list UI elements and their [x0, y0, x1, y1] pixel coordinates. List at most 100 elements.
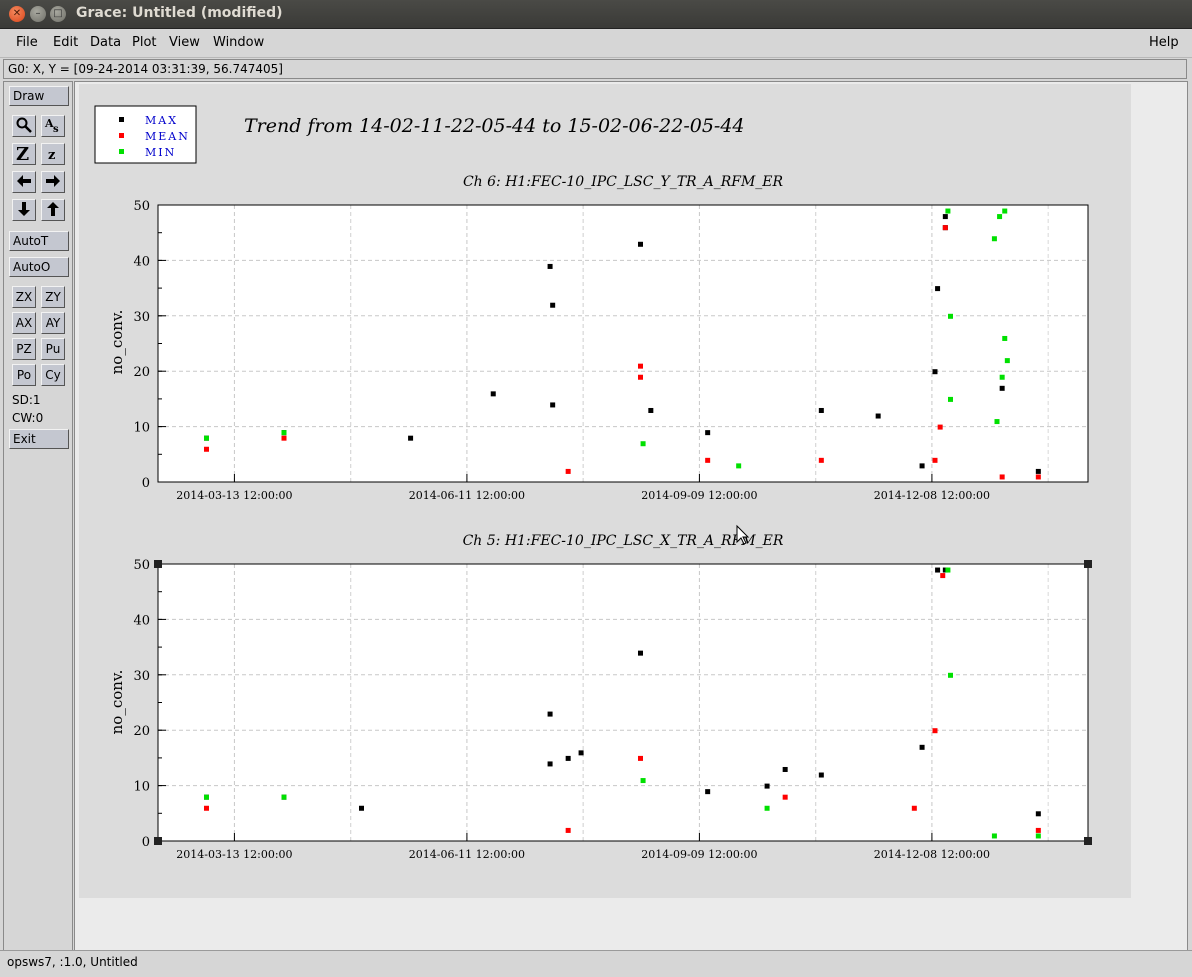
- scroll-down-button[interactable]: [12, 199, 36, 221]
- zoom-out-z-button[interactable]: z: [41, 143, 65, 165]
- point-max: [782, 766, 788, 772]
- point-mean: [937, 424, 943, 430]
- selection-handle[interactable]: [154, 560, 162, 568]
- point-mean: [782, 794, 788, 800]
- point-max: [547, 263, 553, 269]
- point-max: [550, 302, 556, 308]
- menu-plot[interactable]: Plot: [132, 35, 157, 50]
- zoom-button[interactable]: [12, 115, 36, 137]
- svg-text:z: z: [48, 148, 55, 162]
- minimize-window-button[interactable]: –: [30, 6, 46, 22]
- po-button[interactable]: Po: [12, 364, 36, 386]
- menu-file[interactable]: File: [16, 35, 38, 50]
- point-min: [281, 794, 287, 800]
- point-min: [945, 567, 951, 573]
- plot-canvas-frame[interactable]: MAX MEAN MIN Trend from 14-02-11-22-05-4…: [74, 81, 1188, 951]
- point-mean: [637, 363, 643, 369]
- menu-edit[interactable]: Edit: [53, 35, 78, 50]
- scroll-right-button[interactable]: [41, 171, 65, 193]
- autoscale-ticks-button[interactable]: AutoT: [9, 231, 69, 251]
- tick-label-x: 2014-09-09 12:00:00: [641, 848, 757, 861]
- tick-label-x: 2014-06-11 12:00:00: [409, 489, 525, 502]
- point-min: [1004, 358, 1010, 364]
- autoscale-on-button[interactable]: AutoO: [9, 257, 69, 277]
- point-min: [997, 214, 1003, 220]
- current-world-label: CW:0: [12, 411, 44, 425]
- ax-button[interactable]: AX: [12, 312, 36, 334]
- legend-label-mean: MEAN: [145, 130, 190, 143]
- locator-bar: G0: X, Y = [09-24-2014 03:31:39, 56.7474…: [3, 59, 1187, 79]
- legend-label-max: MAX: [145, 114, 178, 127]
- point-max: [547, 761, 553, 767]
- maximize-window-button[interactable]: □: [50, 6, 66, 22]
- point-min: [736, 463, 742, 469]
- point-max: [408, 435, 414, 441]
- menu-data[interactable]: Data: [90, 35, 121, 50]
- tick-label-y: 0: [142, 476, 150, 491]
- tick-label-x: 2014-06-11 12:00:00: [409, 848, 525, 861]
- tick-label-y: 40: [133, 254, 150, 269]
- point-max: [705, 430, 711, 436]
- point-mean: [705, 457, 711, 463]
- graph-frame[interactable]: [158, 205, 1088, 482]
- status-bar: opsws7, :1.0, Untitled: [0, 950, 1192, 977]
- set-display-label: SD:1: [12, 393, 41, 407]
- scroll-up-button[interactable]: [41, 199, 65, 221]
- close-window-button[interactable]: ✕: [9, 6, 25, 22]
- point-mean: [637, 374, 643, 380]
- point-min: [945, 208, 951, 214]
- exit-button[interactable]: Exit: [9, 429, 69, 449]
- selection-handle[interactable]: [1084, 560, 1092, 568]
- pz-button[interactable]: PZ: [12, 338, 36, 360]
- point-min: [1002, 208, 1008, 214]
- point-mean: [203, 805, 209, 811]
- legend-label-min: MIN: [145, 146, 176, 159]
- scroll-left-button[interactable]: [12, 171, 36, 193]
- point-max: [935, 286, 941, 292]
- graph1[interactable]: 0 10 20 30 40 50 2014-03-13 12:00:00 2014-06-11…: [133, 199, 1089, 502]
- point-mean: [1035, 827, 1041, 833]
- tick-label-y: 50: [133, 558, 150, 573]
- zy-button[interactable]: ZY: [41, 286, 65, 308]
- selection-handle[interactable]: [1084, 837, 1092, 845]
- point-max: [648, 407, 654, 413]
- menu-view[interactable]: View: [169, 35, 200, 50]
- selection-handle[interactable]: [154, 837, 162, 845]
- graph-frame[interactable]: [158, 564, 1088, 841]
- plot-canvas[interactable]: MAX MEAN MIN Trend from 14-02-11-22-05-4…: [75, 82, 1187, 950]
- cy-button[interactable]: Cy: [41, 364, 65, 386]
- pu-button[interactable]: Pu: [41, 338, 65, 360]
- tick-label-y: 50: [133, 199, 150, 214]
- point-min: [994, 419, 1000, 425]
- point-max: [999, 385, 1005, 391]
- point-max: [358, 805, 364, 811]
- magnifier-icon: [16, 117, 32, 133]
- draw-button[interactable]: Draw: [9, 86, 69, 106]
- arrow-up-icon: [47, 202, 59, 216]
- locator-readout: G0: X, Y = [09-24-2014 03:31:39, 56.7474…: [8, 62, 283, 76]
- point-max: [578, 750, 584, 756]
- menu-help[interactable]: Help: [1149, 35, 1179, 50]
- menu-bar: File Edit Data Plot View Window Help: [0, 29, 1192, 58]
- menu-window[interactable]: Window: [213, 35, 264, 50]
- graph2[interactable]: 0 10 20 30 40 50 2014-03-13 12:00:00 2014-06-11…: [133, 558, 1092, 861]
- point-mean: [818, 457, 824, 463]
- small-z-icon: z: [48, 148, 55, 163]
- point-mean: [203, 446, 209, 452]
- point-mean: [281, 435, 287, 441]
- tick-label-y: 10: [133, 780, 150, 795]
- point-min: [640, 778, 646, 784]
- tick-label-x: 2014-12-08 12:00:00: [874, 848, 990, 861]
- point-max: [547, 711, 553, 717]
- zoom-in-z-button[interactable]: Z: [12, 143, 36, 165]
- ay-button[interactable]: AY: [41, 312, 65, 334]
- status-text: opsws7, :1.0, Untitled: [7, 955, 138, 969]
- zx-button[interactable]: ZX: [12, 286, 36, 308]
- point-max: [818, 407, 824, 413]
- text-style-button[interactable]: As: [41, 115, 65, 137]
- point-max: [637, 650, 643, 656]
- point-max: [818, 772, 824, 778]
- svg-text:Z: Z: [16, 144, 29, 162]
- tick-label-y: 30: [133, 669, 150, 684]
- legend-marker-mean: [119, 133, 124, 138]
